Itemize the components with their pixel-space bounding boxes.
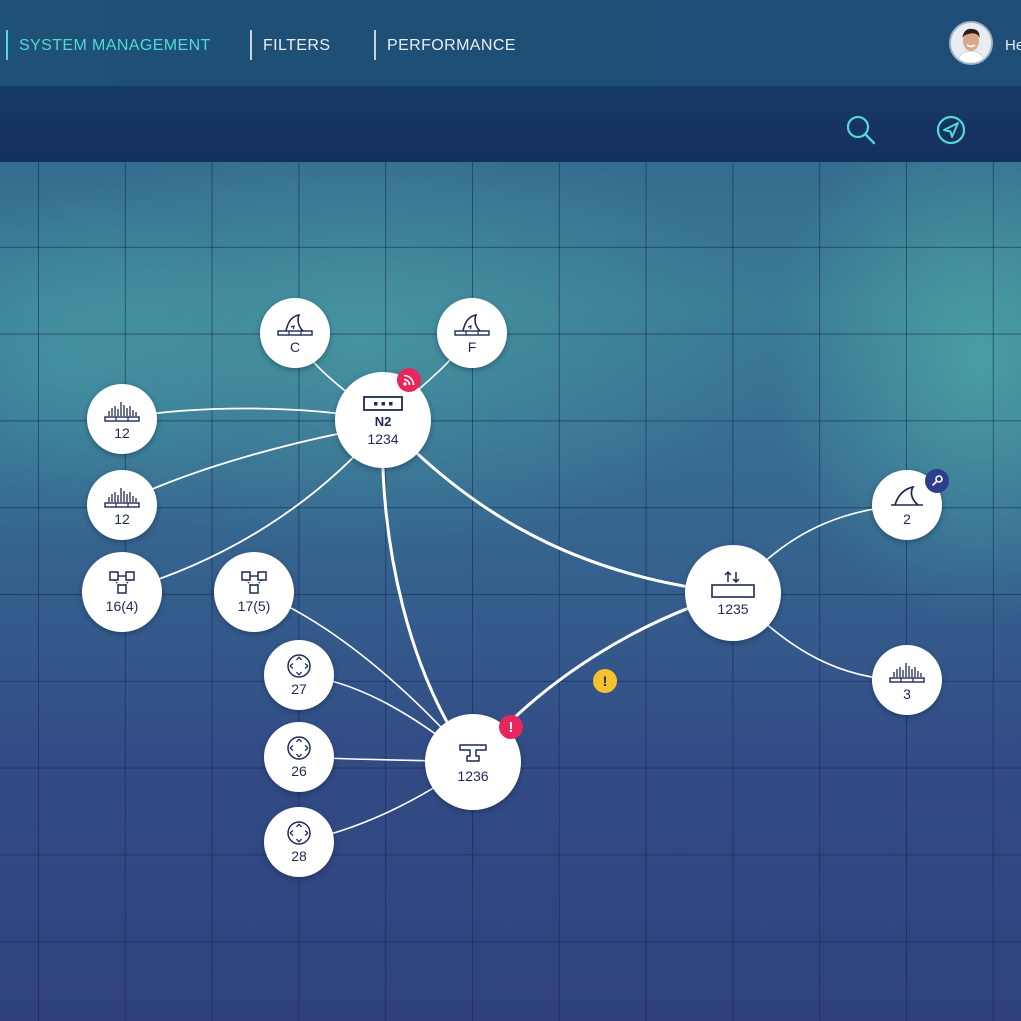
node-label: 27 xyxy=(291,681,307,697)
node-label: C xyxy=(289,339,301,355)
rack-device-icon xyxy=(363,396,403,411)
network-nodes-icon xyxy=(241,571,267,594)
node-label: F xyxy=(467,339,477,355)
wifi-alert-badge[interactable] xyxy=(397,368,421,392)
node-label: 28 xyxy=(291,848,307,864)
node-label: 12 xyxy=(114,511,130,527)
node-label: 1234 xyxy=(367,431,399,447)
node-net16[interactable]: 16(4) xyxy=(82,552,162,632)
router-icon xyxy=(287,654,311,678)
shark-fin-icon xyxy=(454,313,490,336)
node-label: 3 xyxy=(903,686,911,702)
node-label: 26 xyxy=(291,763,307,779)
switch-updown-icon xyxy=(711,570,755,598)
error-badge-glyph: ! xyxy=(508,718,514,736)
node-title: N2 xyxy=(374,414,392,429)
node-c[interactable]: C xyxy=(260,298,330,368)
node-label: 1236 xyxy=(457,768,489,784)
node-label: 12 xyxy=(114,425,130,441)
warning-badge[interactable]: ! xyxy=(593,669,617,693)
node-net17[interactable]: 17(5) xyxy=(214,552,294,632)
node-label: 17(5) xyxy=(237,598,271,614)
edge-n2-sw1235[interactable] xyxy=(381,418,735,595)
node-label: 16(4) xyxy=(105,598,139,614)
router-icon xyxy=(287,821,311,845)
network-nodes-icon xyxy=(109,571,135,594)
router-icon xyxy=(287,736,311,760)
node-f[interactable]: F xyxy=(437,298,507,368)
node-r27[interactable]: 27 xyxy=(264,640,334,710)
node-label: 1235 xyxy=(717,601,749,617)
edge-n2-t1236[interactable] xyxy=(381,418,475,764)
key-badge[interactable] xyxy=(925,469,949,493)
signal-bars-icon xyxy=(889,663,925,683)
signal-bars-icon xyxy=(104,402,140,422)
node-r26[interactable]: 26 xyxy=(264,722,334,792)
shark-fin-icon xyxy=(277,313,313,336)
key-icon xyxy=(931,475,943,487)
node-s12a[interactable]: 12 xyxy=(87,384,157,454)
node-r28[interactable]: 28 xyxy=(264,807,334,877)
warning-badge-glyph: ! xyxy=(602,673,608,689)
signal-bars-icon xyxy=(104,488,140,508)
node-label: 2 xyxy=(903,511,911,527)
wifi-icon xyxy=(403,374,415,386)
node-sw1235[interactable]: 1235 xyxy=(685,545,781,641)
node-s3[interactable]: 3 xyxy=(872,645,942,715)
tap-icon xyxy=(459,744,487,762)
error-badge[interactable]: ! xyxy=(499,715,523,739)
node-s12b[interactable]: 12 xyxy=(87,470,157,540)
shark-fin-icon xyxy=(891,485,923,506)
